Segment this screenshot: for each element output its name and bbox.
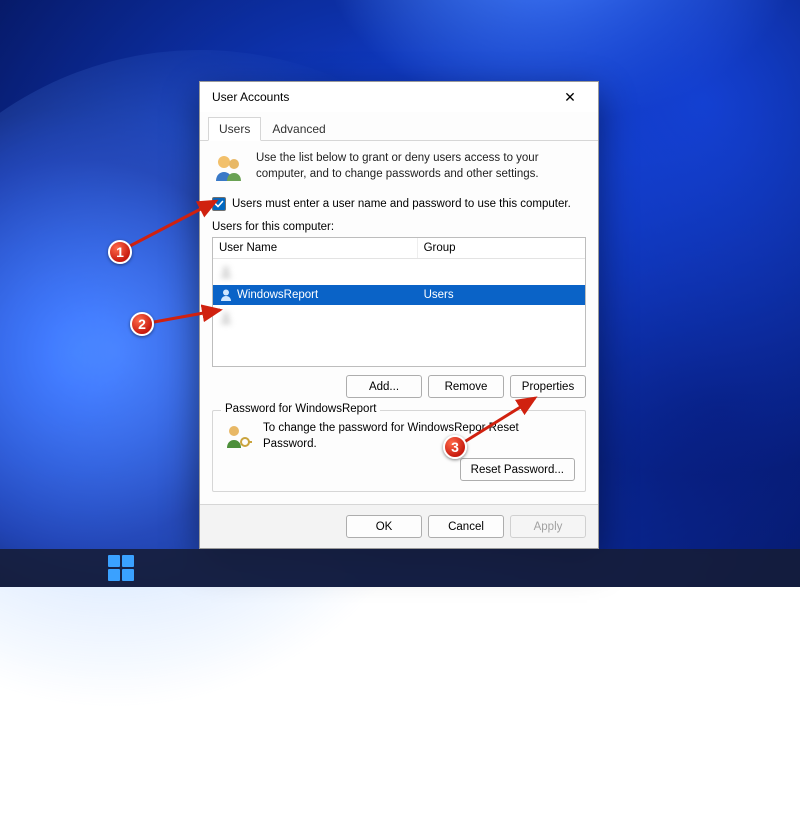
tab-advanced[interactable]: Advanced	[261, 117, 336, 141]
list-header[interactable]: User Name Group	[213, 238, 585, 259]
password-group-text: To change the password for WindowsRepor …	[263, 421, 575, 452]
users-icon	[212, 151, 246, 185]
password-group: Password for WindowsReport To change the…	[212, 410, 586, 492]
dialog-footer: OK Cancel Apply	[200, 504, 598, 548]
start-button[interactable]	[108, 555, 134, 581]
intro-row: Use the list below to grant or deny user…	[212, 151, 586, 185]
user-icon	[219, 288, 233, 302]
properties-button[interactable]: Properties	[510, 375, 586, 398]
add-button[interactable]: Add...	[346, 375, 422, 398]
cell-name: WindowsReport	[237, 289, 318, 301]
windows-icon-tile	[108, 555, 120, 567]
tab-strip: Users Advanced	[200, 112, 598, 141]
list-item[interactable]	[213, 305, 585, 331]
intro-text: Use the list below to grant or deny user…	[256, 151, 586, 185]
ok-button[interactable]: OK	[346, 515, 422, 538]
windows-icon-tile	[122, 569, 134, 581]
user-buttons-row: Add... Remove Properties	[212, 375, 586, 398]
list-item[interactable]	[213, 259, 585, 285]
reset-password-button[interactable]: Reset Password...	[460, 458, 575, 481]
require-password-checkbox[interactable]	[212, 197, 226, 211]
tab-users[interactable]: Users	[208, 117, 261, 141]
user-key-icon	[223, 421, 253, 451]
users-list-label: Users for this computer:	[212, 221, 586, 233]
user-icon	[219, 265, 233, 279]
column-user-name[interactable]: User Name	[213, 238, 418, 258]
cell-group: Users	[418, 289, 585, 301]
apply-button: Apply	[510, 515, 586, 538]
password-text-pre: To change the password for WindowsRepor	[263, 422, 485, 434]
check-icon	[214, 199, 224, 209]
list-item-selected[interactable]: WindowsReport Users	[213, 285, 585, 305]
windows-icon-tile	[108, 569, 120, 581]
user-icon	[219, 311, 233, 325]
remove-button[interactable]: Remove	[428, 375, 504, 398]
titlebar[interactable]: User Accounts ✕	[200, 82, 598, 112]
taskbar[interactable]	[0, 549, 800, 587]
windows-icon-tile	[122, 555, 134, 567]
close-button[interactable]: ✕	[550, 83, 590, 111]
require-password-label: Users must enter a user name and passwor…	[232, 198, 571, 210]
list-body[interactable]: WindowsReport Users	[213, 259, 585, 366]
require-password-row[interactable]: Users must enter a user name and passwor…	[212, 197, 586, 211]
column-group[interactable]: Group	[418, 238, 585, 258]
cancel-button[interactable]: Cancel	[428, 515, 504, 538]
user-accounts-dialog: User Accounts ✕ Users Advanced Use the l…	[199, 81, 599, 549]
window-title: User Accounts	[212, 90, 550, 104]
close-icon: ✕	[564, 89, 576, 106]
tab-pane: Use the list below to grant or deny user…	[200, 141, 598, 504]
users-listbox[interactable]: User Name Group	[212, 237, 586, 367]
password-group-title: Password for WindowsReport	[221, 403, 380, 415]
